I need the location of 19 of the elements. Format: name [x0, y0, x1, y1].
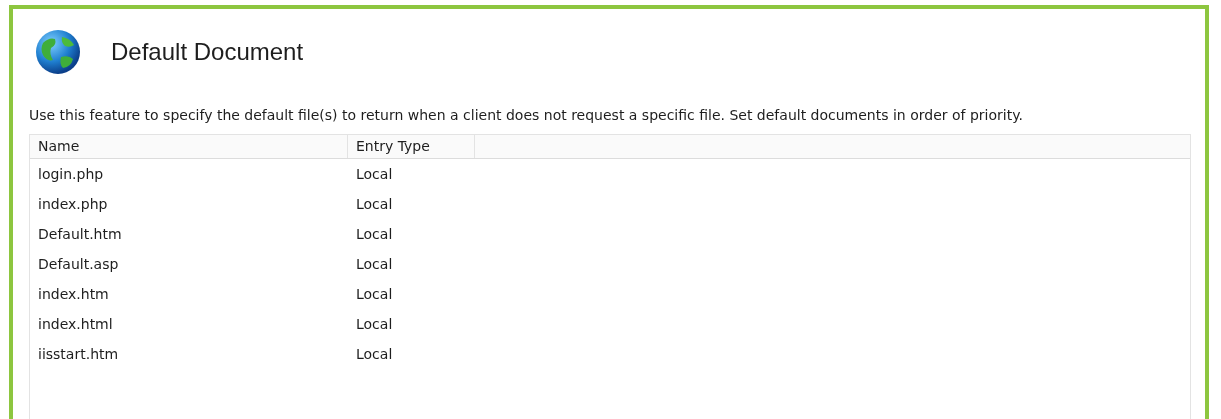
table-cell-text: iisstart.htm [37, 346, 120, 362]
table-cell-text: Default.htm [37, 226, 123, 242]
table-cell-text: index.php [37, 196, 109, 212]
table-cell-text: Local [355, 256, 394, 272]
column-header[interactable]: Entry Type [348, 135, 475, 158]
table-cell-text: index.html [37, 316, 114, 332]
table-cell-text: Local [355, 196, 394, 212]
table-cell-text: Local [355, 226, 394, 242]
table-cell-text: login.php [37, 166, 105, 182]
table-cell-text: index.htm [37, 286, 110, 302]
table-cell-text: Local [355, 316, 394, 332]
feature-description: Use this feature to specify the default file(s) to return when a client does not request a specific file. Set default documents in order of priority. [29, 106, 1024, 125]
page-title: Default Document [111, 38, 304, 66]
table-cell-text: Default.asp [37, 256, 120, 272]
table-cell-text: Local [355, 346, 394, 362]
table-cell-text: Local [355, 286, 394, 302]
globe-icon [35, 29, 81, 75]
table-cell-text: Local [355, 166, 394, 182]
column-header[interactable]: Name [30, 135, 348, 158]
